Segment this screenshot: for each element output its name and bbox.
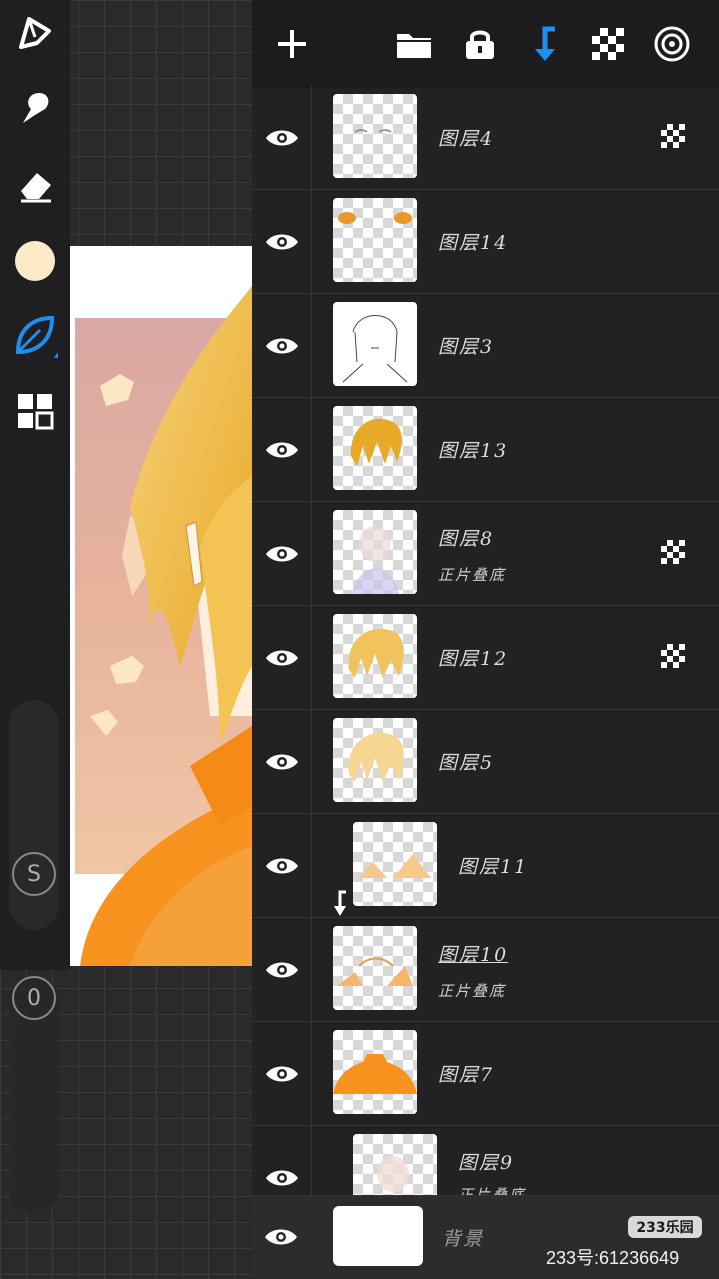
layer-thumbnail	[353, 1134, 437, 1195]
visibility-toggle[interactable]	[252, 710, 312, 814]
layer-thumbnail	[353, 822, 437, 906]
merge-down-icon[interactable]	[522, 22, 566, 66]
eye-icon	[265, 858, 298, 874]
add-icon[interactable]	[270, 22, 314, 66]
layer-row[interactable]: 图层7	[252, 1022, 719, 1126]
layer-thumbnail	[333, 406, 417, 490]
layer-thumbnail	[333, 614, 417, 698]
layers-panel: 图层4 图层14 图层3 图层13 图层8 正片叠底 图层12 图层5 图层11…	[252, 0, 719, 1279]
alpha-lock-icon[interactable]	[661, 124, 685, 148]
visibility-toggle[interactable]	[252, 294, 312, 398]
layer-name: 图层3	[438, 336, 495, 358]
layer-thumbnail	[333, 198, 417, 282]
smudge-icon[interactable]	[10, 82, 60, 132]
layer-thumbnail	[333, 926, 417, 1010]
alpha-lock-icon[interactable]	[661, 540, 685, 564]
visibility-toggle[interactable]	[252, 502, 312, 606]
blend-mode[interactable]: 正片叠底	[458, 1184, 526, 1195]
visibility-toggle[interactable]	[252, 190, 312, 294]
size-button[interactable]: S	[12, 852, 56, 896]
blend-mode[interactable]: 正片叠底	[438, 980, 506, 1001]
alpha-lock-icon[interactable]	[661, 644, 685, 668]
target-icon[interactable]	[650, 22, 694, 66]
layer-name: 图层5	[438, 752, 495, 774]
layer-row[interactable]: 图层4	[252, 86, 719, 190]
layer-thumbnail	[333, 718, 417, 802]
visibility-toggle[interactable]	[252, 86, 312, 190]
lock-icon[interactable]	[458, 22, 502, 66]
eye-icon	[265, 130, 298, 146]
eye-icon	[265, 546, 298, 562]
eye-icon	[265, 650, 298, 666]
layer-thumbnail	[333, 1030, 417, 1114]
layer-thumbnail	[333, 94, 417, 178]
opacity-button[interactable]: 0	[12, 976, 56, 1020]
background-color-swatch[interactable]	[333, 1206, 423, 1266]
folder-icon[interactable]	[392, 22, 436, 66]
layer-name: 图层13	[438, 440, 509, 462]
eye-icon	[265, 338, 298, 354]
layer-row[interactable]: 图层14	[252, 190, 719, 294]
visibility-toggle[interactable]	[252, 606, 312, 710]
color-swatch[interactable]	[10, 236, 60, 286]
layer-row[interactable]: 图层9 正片叠底	[252, 1126, 719, 1196]
visibility-toggle[interactable]	[264, 1226, 298, 1252]
eye-icon	[265, 442, 298, 458]
layer-row[interactable]: 图层13	[252, 398, 719, 502]
layer-name: 图层9	[458, 1152, 515, 1174]
visibility-toggle[interactable]	[252, 398, 312, 502]
layer-row[interactable]: 图层12	[252, 606, 719, 710]
eye-icon	[265, 1229, 297, 1245]
layer-row[interactable]: 图层8 正片叠底	[252, 502, 719, 606]
canvas-artwork[interactable]	[70, 246, 252, 966]
leaf-icon[interactable]	[10, 310, 60, 360]
layer-name: 图层14	[438, 232, 509, 254]
eye-icon	[265, 1170, 298, 1186]
layer-name: 图层7	[438, 1064, 495, 1086]
layer-thumbnail	[333, 510, 417, 594]
artwork-image	[75, 286, 252, 966]
clipping-arrow-icon	[334, 890, 346, 916]
layer-row[interactable]: 图层11	[252, 814, 719, 918]
layer-row[interactable]: 图层3	[252, 294, 719, 398]
eye-icon	[265, 754, 298, 770]
visibility-toggle[interactable]	[252, 814, 312, 918]
layer-name: 图层8	[438, 528, 495, 550]
layer-name: 图层11	[458, 856, 529, 878]
left-toolbar: S	[0, 0, 70, 970]
eye-icon	[265, 234, 298, 250]
layers-grid-icon[interactable]	[10, 386, 60, 436]
eraser-icon[interactable]	[10, 160, 60, 210]
layer-name: 图层4	[438, 128, 495, 150]
layer-row[interactable]: 图层10 正片叠底	[252, 918, 719, 1022]
eye-icon	[265, 1066, 298, 1082]
layer-name: 图层12	[438, 648, 509, 670]
blend-mode[interactable]: 正片叠底	[438, 564, 506, 585]
layer-name: 图层10	[438, 944, 509, 966]
checker-icon[interactable]	[586, 22, 630, 66]
visibility-toggle[interactable]	[252, 1126, 312, 1195]
layers-panel-header	[252, 0, 719, 88]
layer-thumbnail	[333, 302, 417, 386]
visibility-toggle[interactable]	[252, 1022, 312, 1126]
visibility-toggle[interactable]	[252, 918, 312, 1022]
layer-row[interactable]: 图层5	[252, 710, 719, 814]
watermark-id: 233号:61236649	[546, 1248, 680, 1268]
layer-name: 背景	[442, 1228, 485, 1250]
eye-icon	[265, 962, 298, 978]
brush-icon[interactable]	[10, 8, 60, 58]
watermark-logo: 233乐园	[628, 1216, 702, 1238]
